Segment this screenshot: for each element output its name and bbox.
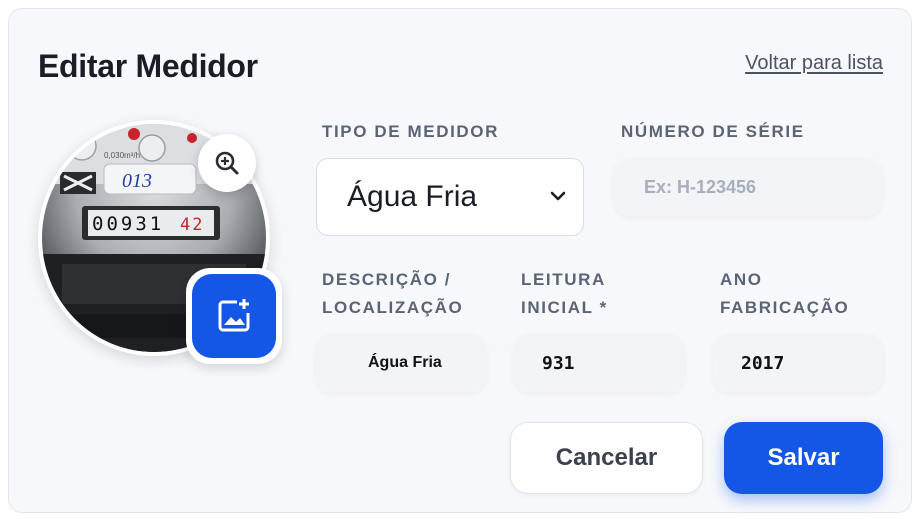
add-image-icon bbox=[218, 299, 250, 332]
zoom-photo-button[interactable] bbox=[198, 134, 256, 192]
description-label-line1: DESCRIÇÃO / bbox=[322, 270, 452, 289]
manufacture-year-label-line2: FABRICAÇÃO bbox=[720, 298, 850, 317]
description-field[interactable]: Água Fria bbox=[316, 334, 486, 392]
change-photo-button[interactable] bbox=[186, 268, 282, 364]
serial-number-field[interactable]: Ex: H-123456 bbox=[614, 158, 882, 216]
meter-type-label: TIPO DE MEDIDOR bbox=[322, 122, 500, 141]
description-label-line2: LOCALIZAÇÃO bbox=[322, 298, 464, 317]
manufacture-year-label-line1: ANO bbox=[720, 270, 763, 289]
serial-number-placeholder: Ex: H-123456 bbox=[644, 176, 757, 197]
save-button[interactable]: Salvar bbox=[724, 422, 883, 494]
page-title: Editar Medidor bbox=[38, 48, 258, 84]
meter-counter-red-digits: 42 bbox=[180, 215, 204, 235]
serial-number-label: NÚMERO DE SÉRIE bbox=[621, 122, 805, 141]
meter-type-select[interactable]: Água Fria bbox=[316, 158, 584, 236]
meter-counter-digits: 00931 bbox=[92, 213, 164, 235]
meter-type-value: Água Fria bbox=[347, 180, 478, 213]
initial-reading-label-line2: INICIAL * bbox=[521, 298, 608, 317]
initial-reading-field[interactable]: 931 bbox=[514, 334, 684, 392]
back-to-list-link[interactable]: Voltar para lista bbox=[745, 52, 883, 75]
initial-reading-label-line1: LEITURA bbox=[521, 270, 606, 289]
manufacture-year-field[interactable]: 2017 bbox=[713, 334, 883, 392]
description-value: Água Fria bbox=[368, 354, 442, 371]
manufacture-year-value: 2017 bbox=[741, 352, 785, 374]
initial-reading-value: 931 bbox=[542, 352, 575, 374]
chevron-down-icon bbox=[550, 191, 566, 201]
meter-handwritten-label: 013 bbox=[122, 170, 152, 192]
svg-text:0,030m³/h: 0,030m³/h bbox=[104, 151, 140, 160]
zoom-in-icon bbox=[215, 151, 239, 175]
cancel-button[interactable]: Cancelar bbox=[510, 422, 703, 494]
